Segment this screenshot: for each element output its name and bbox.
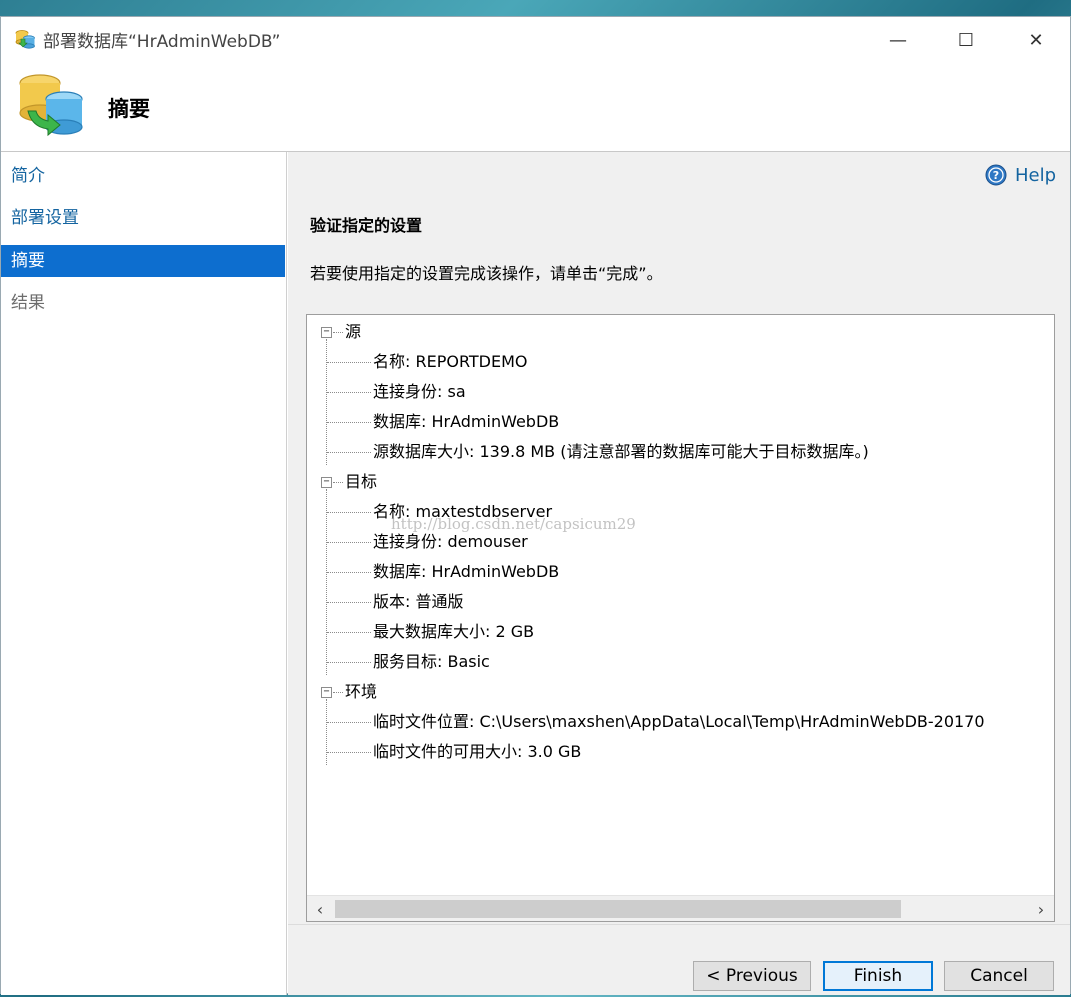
close-button[interactable]: ✕ [1001,17,1071,63]
tree-item[interactable]: 名称: maxtestdbserver [373,500,552,524]
tree-item[interactable]: 临时文件位置: C:\Users\maxshen\AppData\Local\T… [373,710,985,734]
tree-connector [327,572,371,573]
collapse-icon[interactable]: − [321,327,332,338]
tree-item[interactable]: 连接身份: demouser [373,530,528,554]
finish-button[interactable]: Finish [823,961,933,991]
cancel-button[interactable]: Cancel [944,961,1054,991]
deploy-database-window: 部署数据库“HrAdminWebDB” — ☐ ✕ 摘要 简介 部署设置 摘要 … [0,16,1071,995]
window-title: 部署数据库“HrAdminWebDB” [43,32,281,52]
tree-connector [327,392,371,393]
tree-connector [326,489,327,675]
title-bar: 部署数据库“HrAdminWebDB” — ☐ ✕ [1,17,1070,63]
svg-text:?: ? [993,169,999,182]
tree-item[interactable]: 服务目标: Basic [373,650,490,674]
tree-item[interactable]: 数据库: HrAdminWebDB [373,410,559,434]
help-link[interactable]: ? Help [985,164,1056,186]
tree-connector [327,452,371,453]
sidebar-item-summary[interactable]: 摘要 [1,245,285,277]
previous-button[interactable]: < Previous [693,961,811,991]
tree-item[interactable]: 最大数据库大小: 2 GB [373,620,534,644]
scroll-left-button[interactable]: ‹ [307,896,333,921]
tree-connector [327,362,371,363]
tree-viewport: − 源 名称: REPORTDEMO 连接身份: sa 数据库: HrAdmin… [307,315,1054,895]
tree-item[interactable]: 连接身份: sa [373,380,466,404]
scroll-right-button[interactable]: › [1028,896,1054,921]
tree-connector [327,542,371,543]
tree-connector [327,752,371,753]
sidebar-item-results: 结果 [11,293,45,313]
tree-connector [326,339,327,465]
minimize-button[interactable]: — [863,17,933,63]
tree-item[interactable]: 名称: REPORTDEMO [373,350,528,374]
tree-connector [327,662,371,663]
instruction-text: 若要使用指定的设置完成该操作，请单击“完成”。 [310,264,663,283]
tree-connector [327,722,371,723]
page-header: 摘要 [1,63,1070,153]
maximize-button[interactable]: ☐ [931,17,1001,63]
tree-item[interactable]: 源数据库大小: 139.8 MB (请注意部署的数据库可能大于目标数据库。) [373,440,869,464]
page-title: 摘要 [108,97,150,121]
tree-item[interactable]: 数据库: HrAdminWebDB [373,560,559,584]
section-title: 验证指定的设置 [310,216,423,235]
summary-panel: ? Help 验证指定的设置 若要使用指定的设置完成该操作，请单击“完成”。 −… [288,152,1070,924]
tree-item[interactable]: 版本: 普通版 [373,590,463,614]
tree-connector [326,699,327,765]
tree-connector [333,482,343,483]
help-label: Help [1014,164,1056,186]
collapse-icon[interactable]: − [321,477,332,488]
tree-connector [327,632,371,633]
tree-connector [327,422,371,423]
scroll-thumb[interactable] [335,900,901,918]
sidebar-item-intro[interactable]: 简介 [1,160,285,192]
tree-connector [333,692,343,693]
wizard-footer: < Previous Finish Cancel [288,924,1070,995]
tree-connector [327,512,371,513]
tree-group-source[interactable]: 源 [345,320,361,344]
wizard-sidebar: 简介 部署设置 摘要 结果 [1,152,287,995]
horizontal-scrollbar[interactable]: ‹ › [307,895,1054,921]
settings-tree[interactable]: − 源 名称: REPORTDEMO 连接身份: sa 数据库: HrAdmin… [306,314,1055,922]
collapse-icon[interactable]: − [321,687,332,698]
help-circle-icon: ? [985,164,1007,186]
tree-item[interactable]: 临时文件的可用大小: 3.0 GB [373,740,581,764]
database-deploy-large-icon [19,74,83,137]
sidebar-item-deploy-settings[interactable]: 部署设置 [1,202,285,234]
tree-connector [327,602,371,603]
database-deploy-icon [15,30,35,49]
tree-group-environment[interactable]: 环境 [345,680,377,704]
tree-connector [333,332,343,333]
tree-group-target[interactable]: 目标 [345,470,377,494]
